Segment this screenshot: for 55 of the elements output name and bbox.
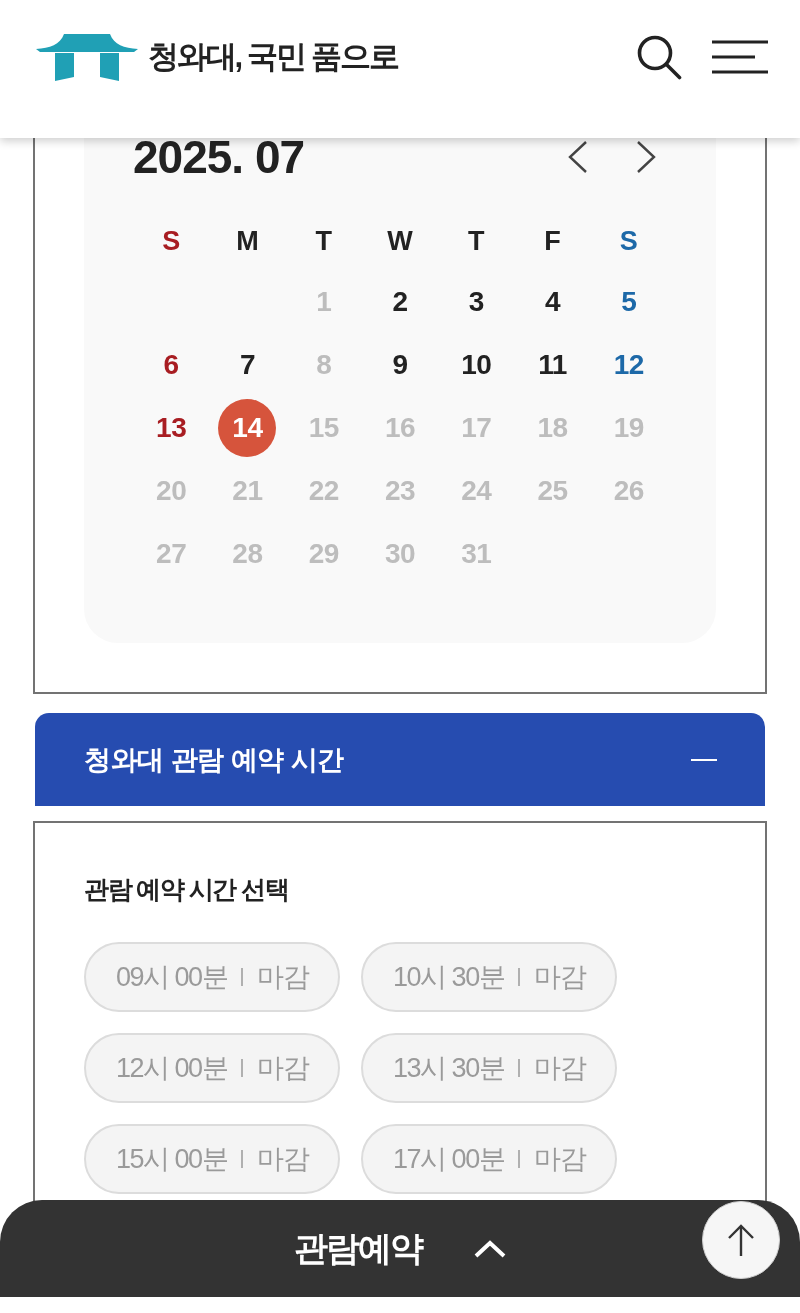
calendar-day: 29 bbox=[308, 537, 339, 570]
calendar-day[interactable]: 11 bbox=[538, 348, 567, 381]
calendar-day: 18 bbox=[537, 411, 568, 444]
calendar-day: 15 bbox=[308, 411, 339, 444]
chevron-left-icon bbox=[568, 141, 588, 173]
calendar-day: 8 bbox=[316, 348, 332, 381]
caret-up-icon bbox=[474, 1239, 506, 1258]
weekday-label: M bbox=[236, 226, 259, 256]
calendar-day: 20 bbox=[156, 474, 187, 507]
calendar-day[interactable]: 14 bbox=[218, 398, 277, 457]
calendar-day: 1 bbox=[316, 285, 332, 318]
section-heading: 관람 예약 시간 선택 bbox=[84, 874, 289, 905]
calendar-day[interactable]: 3 bbox=[468, 285, 484, 318]
calendar-day: 16 bbox=[384, 411, 416, 444]
calendar-day: 26 bbox=[613, 474, 644, 507]
minus-icon bbox=[691, 758, 717, 761]
weekday-label: F bbox=[544, 226, 561, 256]
search-icon bbox=[636, 34, 682, 80]
weekday-label: T bbox=[468, 226, 485, 256]
calendar-day: 22 bbox=[308, 474, 339, 507]
chevron-right-icon bbox=[636, 141, 656, 173]
previous-month-button[interactable] bbox=[568, 141, 588, 173]
calendar-day[interactable]: 12 bbox=[613, 348, 644, 381]
calendar-day[interactable]: 5 bbox=[621, 285, 637, 318]
calendar-day: 25 bbox=[537, 474, 568, 507]
calendar-day[interactable]: 4 bbox=[545, 285, 561, 318]
weekday-label: S bbox=[162, 226, 181, 256]
calendar-day[interactable]: 9 bbox=[392, 348, 408, 381]
arrow-up-icon bbox=[727, 1223, 755, 1257]
calendar-day: 30 bbox=[384, 537, 416, 570]
calendar-day[interactable]: 6 bbox=[163, 348, 179, 381]
menu-icon bbox=[712, 40, 768, 74]
calendar-day[interactable]: 2 bbox=[392, 285, 408, 318]
calendar-day[interactable]: 7 bbox=[239, 348, 255, 381]
menu-button[interactable] bbox=[712, 40, 768, 74]
calendar-day: 27 bbox=[156, 537, 187, 570]
calendar-day: 28 bbox=[232, 537, 263, 570]
weekday-label: W bbox=[387, 226, 413, 256]
calendar-day: 31 bbox=[461, 537, 492, 570]
calendar-day: 17 bbox=[461, 411, 492, 444]
calendar-day: 23 bbox=[384, 474, 416, 507]
search-button[interactable] bbox=[636, 34, 682, 80]
calendar-day: 19 bbox=[613, 411, 644, 444]
gate-logo-icon[interactable] bbox=[36, 33, 138, 81]
booking-bar-button[interactable]: 관람예약 bbox=[0, 1200, 800, 1297]
calendar-day[interactable]: 13 bbox=[156, 411, 187, 444]
calendar-month-title: 2025. 07 bbox=[133, 138, 305, 176]
weekday-label: T bbox=[315, 226, 332, 256]
weekday-label: S bbox=[619, 226, 638, 256]
calendar-day[interactable]: 10 bbox=[461, 348, 492, 381]
site-title[interactable]: 청와대, 국민 품으로 bbox=[148, 38, 398, 76]
accordion-header[interactable]: 청와대 관람 예약 시간 bbox=[35, 713, 765, 806]
next-month-button[interactable] bbox=[636, 141, 656, 173]
calendar-day: 24 bbox=[461, 474, 492, 507]
calendar-day: 21 bbox=[232, 474, 263, 507]
